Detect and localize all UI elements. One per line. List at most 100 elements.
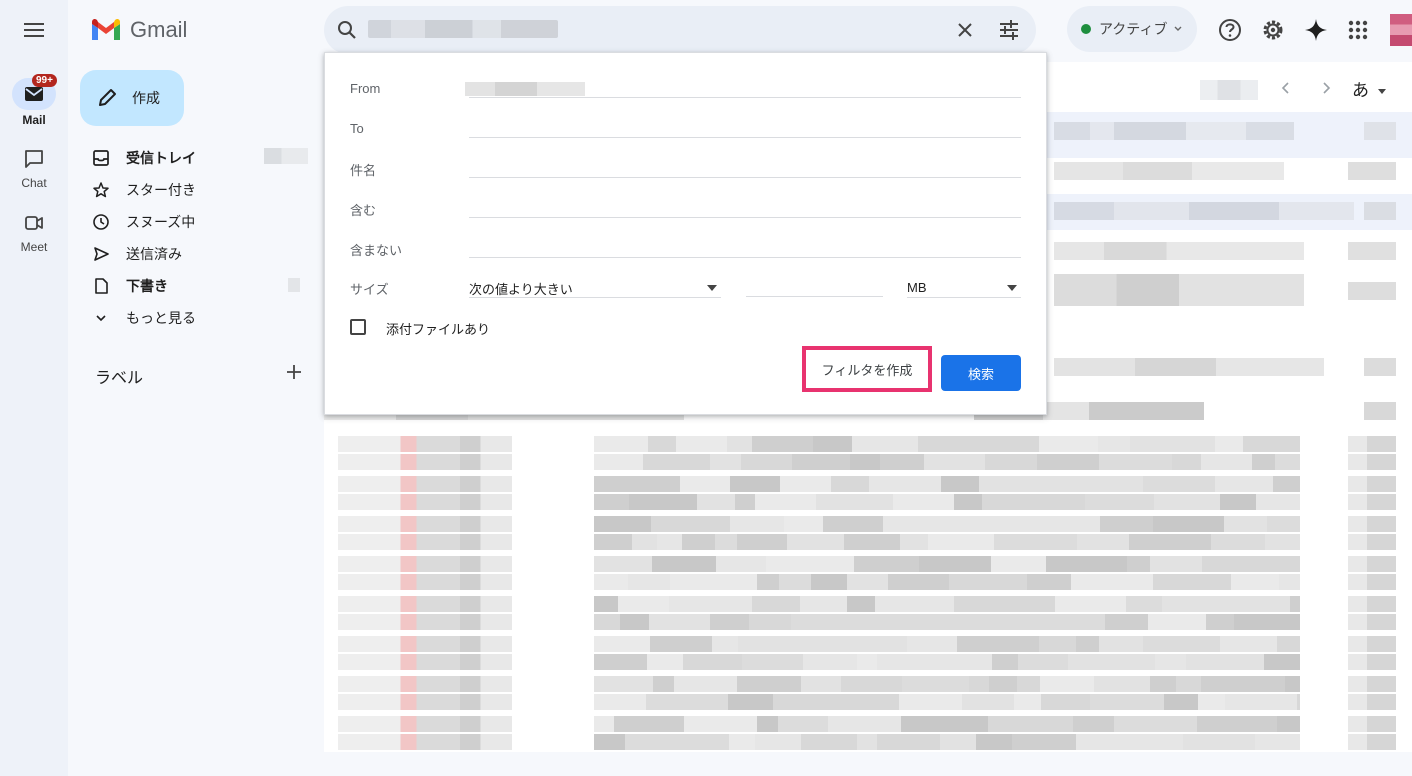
sidebar-item-drafts[interactable]: 下書き — [92, 274, 168, 298]
from-value-redacted — [465, 82, 585, 96]
clear-search-icon[interactable] — [956, 21, 974, 39]
redacted-block — [614, 716, 684, 732]
has-attachment-label: 添付ファイルあり — [386, 322, 491, 337]
avatar[interactable] — [1390, 14, 1412, 46]
redacted-block — [976, 734, 1012, 750]
gmail-logo[interactable]: Gmail — [90, 15, 187, 45]
redacted-block — [1183, 734, 1255, 750]
redacted-block — [735, 494, 755, 510]
redacted-block — [676, 436, 727, 452]
redacted-block — [653, 676, 674, 692]
redacted-block — [1041, 694, 1090, 710]
input-tools-label: あ — [1352, 81, 1369, 100]
redacted-block — [727, 436, 752, 452]
redacted-block — [1186, 654, 1264, 670]
sidebar-item-snoozed[interactable]: スヌーズ中 — [92, 210, 195, 234]
redacted-block — [710, 614, 749, 630]
redacted-block — [854, 556, 919, 572]
redacted-block — [954, 596, 1011, 612]
input-tools-button[interactable]: あ — [1352, 76, 1387, 101]
redacted-block — [875, 596, 954, 612]
create-filter-button[interactable]: フィルタを作成 — [802, 346, 932, 392]
redacted-block — [907, 636, 957, 652]
doesnt-have-label: 含まない — [350, 243, 403, 258]
redacted-block — [729, 734, 755, 750]
redacted-block — [1348, 476, 1396, 492]
compose-button[interactable]: 作成 — [80, 70, 184, 126]
chevron-right-icon[interactable] — [1318, 80, 1334, 96]
add-label-icon[interactable] — [284, 362, 304, 382]
from-field[interactable] — [469, 97, 1021, 98]
sidebar-item-more[interactable]: もっと見る — [92, 306, 196, 330]
sidebar-item-inbox[interactable]: 受信トレイ — [92, 146, 196, 170]
redacted-block — [338, 694, 512, 710]
sidebar-item-label: 受信トレイ — [126, 150, 196, 166]
chevron-left-icon[interactable] — [1278, 80, 1294, 96]
redacted-block — [877, 654, 929, 670]
redacted-block — [989, 676, 1017, 692]
redacted-block — [1252, 454, 1275, 470]
help-icon[interactable] — [1217, 17, 1243, 43]
mail-icon-pill: 99+ — [12, 74, 57, 110]
redacted-block — [757, 716, 778, 732]
search-button[interactable]: 検索 — [941, 355, 1021, 391]
subject-field[interactable] — [469, 177, 1021, 178]
redacted-block — [710, 454, 741, 470]
redacted-block — [1215, 476, 1273, 492]
gear-icon[interactable] — [1260, 17, 1286, 43]
redacted-block — [752, 596, 800, 612]
redacted-block — [338, 516, 512, 532]
drafts-count-redacted — [288, 278, 300, 292]
size-value-field[interactable] — [746, 296, 883, 297]
redacted-block — [893, 494, 954, 510]
search-icon[interactable] — [337, 20, 357, 40]
redacted-block — [755, 494, 816, 510]
has-attachment-checkbox[interactable] — [350, 319, 366, 335]
redacted-block — [924, 454, 949, 470]
redacted-block — [594, 694, 646, 710]
sidebar-item-starred[interactable]: スター付き — [92, 178, 196, 202]
redacted-block — [979, 476, 1059, 492]
redacted-block — [1037, 454, 1099, 470]
status-selector[interactable]: アクティブ — [1067, 6, 1197, 52]
doesnt-have-field[interactable] — [469, 257, 1021, 258]
redacted-block — [800, 596, 847, 612]
redacted-block — [988, 716, 1073, 732]
from-label: From — [350, 81, 381, 96]
has-words-field[interactable] — [469, 217, 1021, 218]
search-options-icon[interactable] — [998, 20, 1020, 40]
redacted-block — [738, 636, 784, 652]
redacted-block — [850, 454, 880, 470]
size-operator-select[interactable]: 次の値より大きい — [469, 275, 721, 298]
redacted-block — [338, 436, 512, 452]
redacted-block — [1297, 694, 1300, 710]
size-unit-select[interactable]: MB — [907, 275, 1021, 298]
rail-meet[interactable]: Meet — [0, 212, 68, 254]
rail-chat-label: Chat — [21, 176, 47, 190]
redacted-block — [1099, 454, 1172, 470]
redacted-block — [684, 716, 706, 732]
rail-chat[interactable]: Chat — [0, 148, 68, 190]
redacted-block — [1154, 494, 1220, 510]
redacted-block — [994, 534, 1077, 550]
sparkle-icon[interactable] — [1303, 17, 1329, 43]
sidebar-item-sent[interactable]: 送信済み — [92, 242, 182, 266]
redacted-block — [1198, 694, 1225, 710]
redacted-block — [991, 556, 1046, 572]
redacted-block — [929, 654, 992, 670]
redacted-block — [1054, 242, 1304, 260]
redacted-block — [811, 574, 847, 590]
redacted-block — [338, 716, 512, 732]
redacted-block — [1039, 436, 1098, 452]
redacted-block — [823, 516, 847, 532]
chat-icon — [25, 150, 43, 168]
main-menu-icon[interactable] — [20, 17, 48, 43]
redacted-block — [1265, 534, 1300, 550]
to-field[interactable] — [469, 137, 1021, 138]
apps-grid-icon[interactable] — [1345, 17, 1371, 43]
rail-mail[interactable]: 99+ Mail — [0, 74, 68, 127]
redacted-block — [1164, 694, 1198, 710]
redacted-block — [1348, 694, 1396, 710]
redacted-block — [1076, 734, 1154, 750]
redacted-block — [594, 494, 629, 510]
